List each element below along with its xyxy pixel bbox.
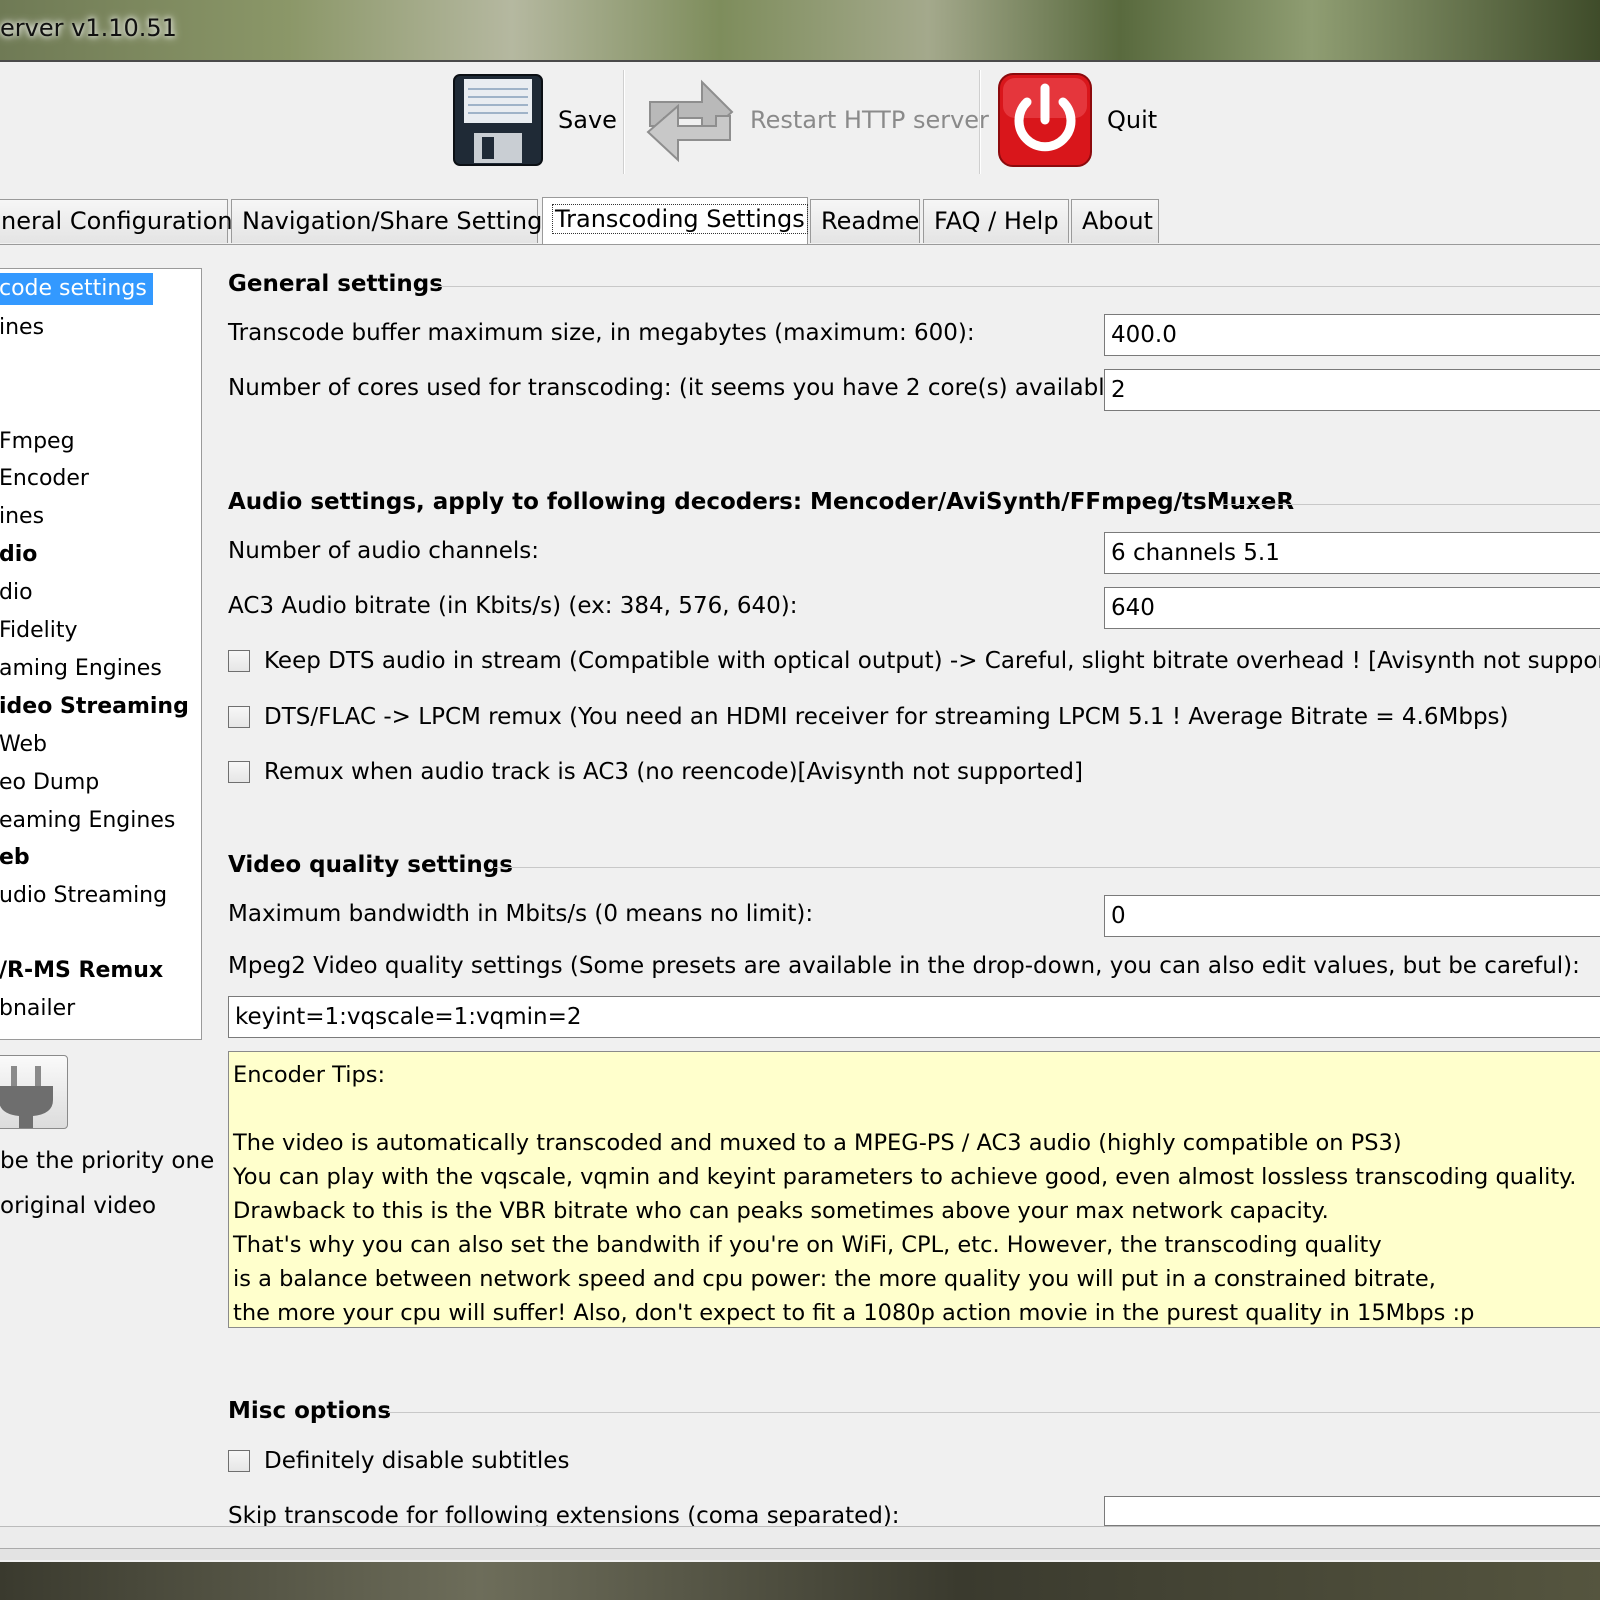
desktop-background-strip bbox=[0, 1562, 1600, 1600]
nav-item-streaming-engines[interactable]: aming Engines bbox=[0, 653, 162, 685]
tips-line: The video is automatically transcoded an… bbox=[233, 1130, 1402, 1156]
lpcm-remux-checkbox[interactable] bbox=[228, 706, 250, 728]
refresh-arrows-icon bbox=[646, 79, 734, 163]
max-bandwidth-input[interactable] bbox=[1104, 895, 1600, 937]
tab-faq-help[interactable]: FAQ / Help bbox=[923, 199, 1069, 243]
ac3-remux-checkbox[interactable] bbox=[228, 761, 250, 783]
toolbar-separator bbox=[979, 70, 981, 174]
nav-item-encoder[interactable]: Encoder bbox=[0, 463, 89, 495]
misc-options-heading: Misc options bbox=[228, 1398, 392, 1424]
keep-dts-checkbox[interactable] bbox=[228, 650, 250, 672]
nav-item-web-group[interactable]: eb bbox=[0, 842, 30, 874]
audio-settings-heading: Audio settings, apply to following decod… bbox=[228, 489, 1295, 515]
ac3-remux-row[interactable]: Remux when audio track is AC3 (no reenco… bbox=[228, 759, 1083, 785]
nav-item-engines[interactable]: ines bbox=[0, 312, 44, 344]
cores-input[interactable] bbox=[1104, 369, 1600, 411]
cores-label: Number of cores used for transcoding: (i… bbox=[228, 375, 1128, 401]
original-video-note: original video bbox=[0, 1193, 157, 1219]
restart-http-server-button[interactable]: Restart HTTP server bbox=[644, 70, 989, 170]
tab-general-configuration[interactable]: neral Configuration bbox=[0, 199, 233, 243]
toggle-engine-button[interactable] bbox=[0, 1055, 68, 1129]
audio-channels-select[interactable] bbox=[1104, 532, 1600, 574]
nav-item-audio-streaming[interactable]: udio Streaming bbox=[0, 880, 167, 912]
tips-line: Encoder Tips: bbox=[233, 1062, 386, 1088]
encoder-tips-textarea[interactable]: Encoder Tips: The video is automatically… bbox=[228, 1051, 1600, 1328]
disable-subtitles-label: Definitely disable subtitles bbox=[264, 1448, 570, 1474]
tips-line: the more your cpu will suffer! Also, don… bbox=[233, 1300, 1475, 1326]
restart-label: Restart HTTP server bbox=[750, 106, 989, 134]
buffer-size-input[interactable] bbox=[1104, 314, 1600, 356]
nav-item-video-dump[interactable]: eo Dump bbox=[0, 767, 99, 799]
section-divider bbox=[1222, 504, 1600, 505]
nav-item-audio[interactable]: dio bbox=[0, 577, 33, 609]
tab-divider bbox=[0, 244, 1600, 245]
lpcm-remux-row[interactable]: DTS/FLAC -> LPCM remux (You need an HDMI… bbox=[228, 704, 1509, 730]
disable-subtitles-checkbox[interactable] bbox=[228, 1450, 250, 1472]
tab-readme[interactable]: Readme bbox=[810, 199, 920, 243]
nav-item-streaming-engines[interactable]: eaming Engines bbox=[0, 805, 175, 837]
quit-label: Quit bbox=[1107, 106, 1158, 134]
toolbar: Save Restart HTTP server Quit bbox=[0, 64, 1600, 182]
window-title: erver v1.10.51 bbox=[0, 14, 177, 42]
quit-button[interactable]: Quit bbox=[997, 70, 1157, 170]
general-settings-heading: General settings bbox=[228, 271, 443, 297]
tips-line: That's why you can also set the bandwith… bbox=[233, 1232, 1382, 1258]
save-label: Save bbox=[558, 106, 617, 134]
skip-extensions-label: Skip transcode for following extensions … bbox=[228, 1503, 900, 1527]
tips-line: Drawback to this is the VBR bitrate who … bbox=[233, 1198, 1329, 1224]
tips-line: is a balance between network speed and c… bbox=[233, 1266, 1436, 1292]
power-icon bbox=[998, 73, 1092, 167]
buffer-size-label: Transcode buffer maximum size, in megaby… bbox=[228, 320, 975, 346]
audio-channels-label: Number of audio channels: bbox=[228, 538, 539, 564]
nav-item-wmv-remux[interactable]: /R-MS Remux bbox=[0, 955, 163, 987]
ac3-bitrate-input[interactable] bbox=[1104, 587, 1600, 629]
tab-bar: neral Configuration Navigation/Share Set… bbox=[0, 197, 1600, 245]
toolbar-separator bbox=[623, 70, 625, 174]
tips-line bbox=[233, 1092, 1600, 1126]
ac3-remux-label: Remux when audio track is AC3 (no reenco… bbox=[264, 759, 1083, 785]
nav-item-transcode-settings[interactable]: code settings bbox=[0, 273, 153, 305]
title-bar: erver v1.10.51 bbox=[0, 0, 1600, 62]
video-quality-heading: Video quality settings bbox=[228, 852, 513, 878]
nav-item-engines[interactable]: ines bbox=[0, 501, 44, 533]
status-bar bbox=[0, 1548, 1600, 1560]
keep-dts-row[interactable]: Keep DTS audio in stream (Compatible wit… bbox=[228, 648, 1600, 674]
nav-item-fidelity[interactable]: Fidelity bbox=[0, 615, 78, 647]
section-divider bbox=[388, 1412, 1600, 1413]
save-button[interactable]: Save bbox=[452, 70, 617, 170]
priority-note: be the priority one bbox=[0, 1148, 215, 1174]
plug-icon bbox=[0, 1066, 53, 1128]
floppy-disk-icon bbox=[453, 74, 543, 166]
section-divider bbox=[434, 286, 1600, 287]
nav-item-video-streaming-group[interactable]: ideo Streaming bbox=[0, 691, 189, 723]
ac3-bitrate-label: AC3 Audio bitrate (in Kbits/s) (ex: 384,… bbox=[228, 593, 798, 619]
tab-transcoding-settings[interactable]: Transcoding Settings bbox=[542, 197, 808, 245]
mpeg2-quality-label: Mpeg2 Video quality settings (Some prese… bbox=[228, 953, 1580, 979]
section-divider bbox=[494, 867, 1600, 868]
disable-subtitles-row[interactable]: Definitely disable subtitles bbox=[228, 1448, 569, 1474]
keep-dts-label: Keep DTS audio in stream (Compatible wit… bbox=[264, 648, 1600, 674]
tab-about[interactable]: About bbox=[1071, 199, 1159, 243]
tab-navigation-share-settings[interactable]: Navigation/Share Settings bbox=[231, 199, 555, 243]
nav-item-thumbnailer[interactable]: bnailer bbox=[0, 993, 75, 1025]
max-bandwidth-label: Maximum bandwidth in Mbits/s (0 means no… bbox=[228, 901, 814, 927]
mpeg2-quality-combobox[interactable] bbox=[228, 996, 1600, 1038]
horizontal-scrollbar[interactable] bbox=[0, 1526, 1600, 1548]
nav-item-web[interactable]: Web bbox=[0, 729, 47, 761]
engine-tree[interactable]: code settings ines Fmpeg Encoder ines di… bbox=[0, 268, 202, 1040]
nav-item-ffmpeg[interactable]: Fmpeg bbox=[0, 426, 75, 458]
skip-extensions-input[interactable] bbox=[1104, 1496, 1600, 1526]
lpcm-remux-label: DTS/FLAC -> LPCM remux (You need an HDMI… bbox=[264, 704, 1509, 730]
nav-item-audio-group[interactable]: dio bbox=[0, 539, 37, 571]
tips-line: You can play with the vqscale, vqmin and… bbox=[233, 1164, 1577, 1190]
